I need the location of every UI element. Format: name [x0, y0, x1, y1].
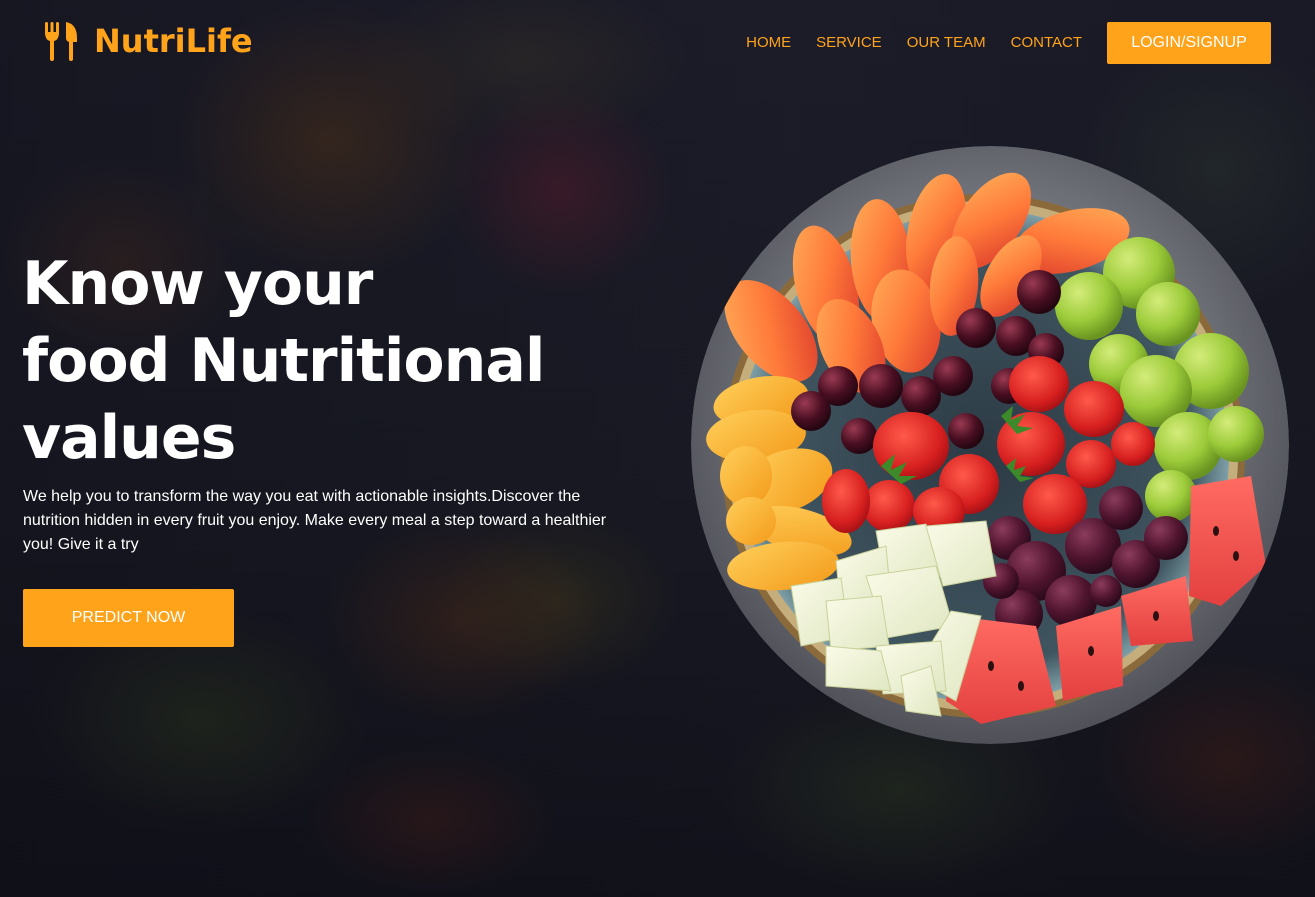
brand-name: NutriLife	[94, 22, 253, 60]
brand-logo[interactable]: NutriLife	[44, 20, 253, 62]
login-signup-button[interactable]: LOGIN/SIGNUP	[1107, 22, 1271, 64]
landing-page: NutriLife HOME SERVICE OUR TEAM CONTACT …	[0, 0, 1315, 897]
nav-contact-link[interactable]: CONTACT	[1011, 22, 1082, 64]
predict-now-button[interactable]: PREDICT NOW	[23, 589, 234, 647]
main-nav: HOME SERVICE OUR TEAM CONTACT LOGIN/SIGN…	[746, 22, 1271, 64]
fork-knife-icon	[45, 22, 77, 61]
hero-title: Know your food Nutritional values	[22, 246, 642, 477]
fruit-bowl-image	[691, 146, 1289, 744]
hero-description: We help you to transform the way you eat…	[23, 488, 607, 553]
site-header: NutriLife HOME SERVICE OUR TEAM CONTACT …	[0, 0, 1315, 86]
hero-title-line: Know your	[22, 249, 373, 319]
nav-service-link[interactable]: SERVICE	[816, 22, 882, 64]
hero-title-line: values	[22, 403, 236, 473]
nav-home-link[interactable]: HOME	[746, 22, 791, 64]
nav-our-team-link[interactable]: OUR TEAM	[907, 22, 986, 64]
hero-title-line: food Nutritional	[22, 326, 545, 396]
